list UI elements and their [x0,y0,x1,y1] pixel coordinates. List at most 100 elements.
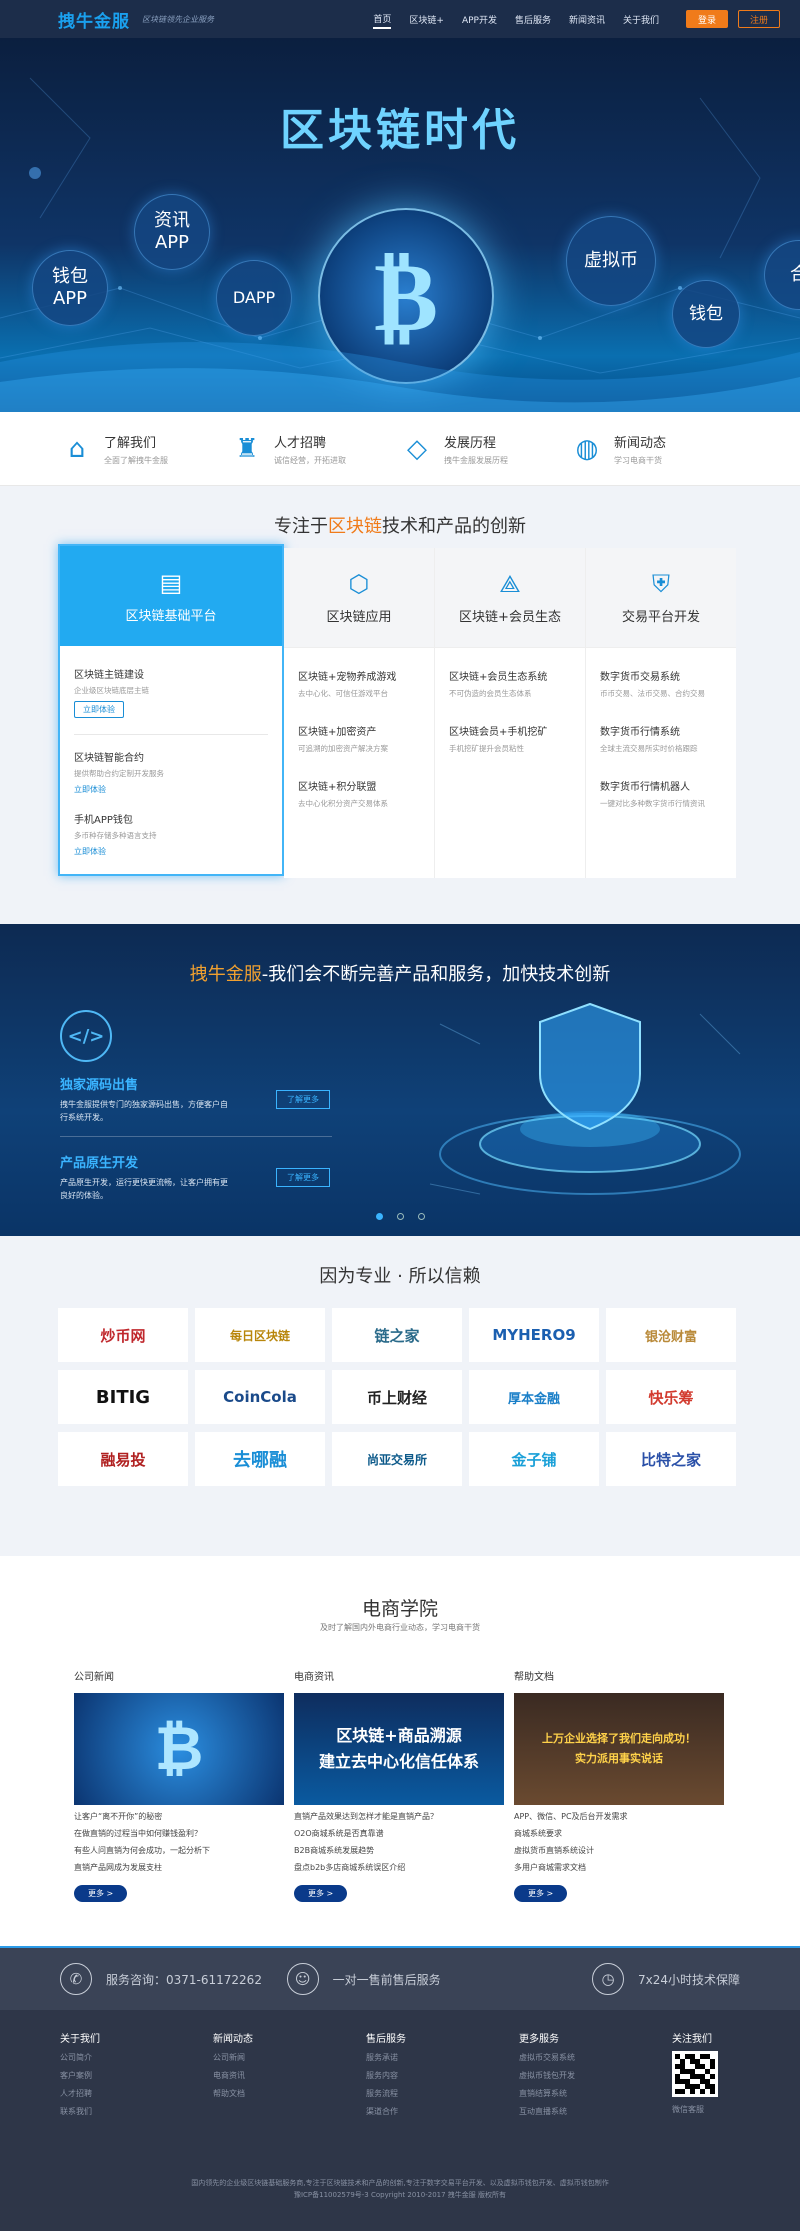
list-item[interactable]: 区块链+积分联盟 去中心化积分资产交易体系 [298,778,420,809]
carousel-dot[interactable] [396,1213,404,1220]
feature-native-dev: 产品原生开发 产品原生开发，运行更快更流畅，让客户拥有更良好的体验。 了解更多 [60,1152,330,1203]
news-link[interactable]: 商城系统要求 [514,1828,724,1839]
partner-logo[interactable]: 币上财经 [332,1370,462,1424]
footer-link[interactable]: 帮助文档 [213,2088,253,2099]
news-link[interactable]: 直销产品效果达到怎样才能是直销产品？ [294,1811,504,1822]
quick-link-history[interactable]: ◇ 发展历程 拽牛金服发展历程 [400,432,570,466]
carousel-dot[interactable] [375,1213,383,1220]
featured-platform-card[interactable]: ▤ 区块链基础平台 区块链主链建设 企业级区块链底层主链 立即体验 区块链智能合… [58,544,284,876]
item-title: 区块链主链建设 [74,670,144,681]
news-link[interactable]: B2B商城系统发展趋势 [294,1845,504,1856]
carousel-dot[interactable] [417,1213,425,1220]
partner-logo[interactable]: 去哪融 [195,1432,325,1486]
nav-item-about[interactable]: 关于我们 [623,11,659,28]
partner-logo[interactable]: 炒币网 [58,1308,188,1362]
blockchain-section: 专注于区块链技术和产品的创新 ▤ 区块链基础平台 区块链主链建设 企业级区块链底… [0,486,800,924]
try-now-link[interactable]: 立即体验 [74,784,106,795]
band-item-service: ☺ 一对一售前售后服务 [286,1963,514,1995]
footer-link[interactable]: 服务承诺 [366,2052,406,2063]
footer-column-follow: 关注我们 微信客服 [672,2030,718,2115]
partner-logo[interactable]: 每日区块链 [195,1308,325,1362]
nav-item-news[interactable]: 新闻资讯 [569,11,605,28]
news-link[interactable]: 盘点b2b多店商城系统误区介绍 [294,1862,504,1873]
nav-item-service[interactable]: 售后服务 [515,11,551,28]
column-heading[interactable]: 公司新闻 [74,1668,284,1683]
item-title: 区块链智能合约 [74,753,144,764]
news-thumbnail[interactable]: ₿ [74,1693,284,1805]
card-blockchain-apps[interactable]: ⬡ 区块链应用 区块链+宠物养成游戏 去中心化、可信任游戏平台 区块链+加密资产 可追… [284,548,435,878]
partner-logo[interactable]: 比特之家 [606,1432,736,1486]
card-title: 区块链+会员生态 [459,610,561,625]
quick-link-jobs[interactable]: ♜ 人才招聘 诚信经营，开拓进取 [230,432,400,466]
quick-link-news[interactable]: ◍ 新闻动态 学习电商干货 [570,432,740,466]
footer-link[interactable]: 虚拟币交易系统 [519,2052,575,2063]
nav-item-blockchain[interactable]: 区块链+ [409,11,444,28]
try-now-link[interactable]: 立即体验 [74,846,106,857]
item-title: 手机APP钱包 [74,815,133,826]
news-link[interactable]: 直销产品网成为发展支柱 [74,1862,284,1873]
list-item[interactable]: 区块链+会员生态系统 不可伪造的会员生态体系 [449,668,571,699]
hero-banner[interactable]: 区块链时代 资讯 APP 钱包 APP DAPP 虚拟币 钱包 合 ₿ [0,38,800,412]
news-link[interactable]: 有些人问直销为何会成功，一起分析下 [74,1845,284,1856]
partner-logo[interactable]: MYHERO9 [469,1308,599,1362]
try-now-button[interactable]: 立即体验 [74,701,124,718]
footer-link[interactable]: 互动直播系统 [519,2106,575,2117]
quick-link-about[interactable]: ⌂ 了解我们 全面了解拽牛金服 [60,432,230,466]
academy-subtitle: 及时了解国内外电商行业动态，学习电商干货 [320,1623,480,1632]
partner-logo[interactable]: 尚亚交易所 [332,1432,462,1486]
news-link[interactable]: 虚拟货币直销系统设计 [514,1845,724,1856]
academy-title: 电商学院 [361,1598,438,1620]
footer-column: 更多服务 虚拟币交易系统 虚拟币钱包开发 直销结算系统 互动直播系统 [519,2034,575,2117]
partner-logo[interactable]: 银沧财富 [606,1308,736,1362]
more-button[interactable]: 更多 > [294,1885,348,1902]
news-link[interactable]: 多用户商城需求文档 [514,1862,724,1873]
list-item[interactable]: 区块链+加密资产 可追溯的加密资产解决方案 [298,723,420,754]
partner-logo[interactable]: 融易投 [58,1432,188,1486]
footer-link[interactable]: 服务流程 [366,2088,406,2099]
footer-link[interactable]: 渠道合作 [366,2106,406,2117]
footer-column: 新闻动态 公司新闻 电商资讯 帮助文档 [213,2034,253,2099]
login-button[interactable]: 登录 [686,10,728,28]
more-button[interactable]: 更多 > [74,1885,128,1902]
partner-logo[interactable]: 快乐筹 [606,1370,736,1424]
list-item[interactable]: 数字货币交易系统 币币交易、法币交易、合约交易 [600,668,722,699]
nav-item-app[interactable]: APP开发 [462,11,497,28]
footer-link[interactable]: 直销结算系统 [519,2088,575,2099]
card-member-ecosystem[interactable]: ⟁ 区块链+会员生态 区块链+会员生态系统 不可伪造的会员生态体系 区块链会员+手机… [435,548,586,878]
partner-logo[interactable]: 金子铺 [469,1432,599,1486]
news-link[interactable]: O2O商城系统是否真靠谱 [294,1828,504,1839]
list-item[interactable]: 区块链+宠物养成游戏 去中心化、可信任游戏平台 [298,668,420,699]
news-thumbnail[interactable]: 上万企业选择了我们走向成功！ 实力派用事实说话 [514,1693,724,1805]
news-link[interactable]: 在做直销的过程当中如何赚钱盈利？ [74,1828,284,1839]
footer-link[interactable]: 人才招聘 [60,2088,100,2099]
column-heading[interactable]: 帮助文档 [514,1668,724,1683]
partner-logo[interactable]: 厚本金融 [469,1370,599,1424]
nav-item-home[interactable]: 首页 [373,10,392,29]
news-link[interactable]: APP、微信、PC及后台开发需求 [514,1811,724,1822]
footer-link[interactable]: 电商资讯 [213,2070,253,2081]
register-button[interactable]: 注册 [738,10,780,28]
column-heading[interactable]: 电商资讯 [294,1668,504,1683]
learn-more-button[interactable]: 了解更多 [276,1090,330,1109]
footer-link[interactable]: 联系我们 [60,2106,100,2117]
footer-link[interactable]: 公司新闻 [213,2052,253,2063]
news-link[interactable]: 让客户“离不开你”的秘密 [74,1811,284,1822]
news-thumbnail[interactable]: 区块链+商品溯源 建立去中心化信任体系 [294,1693,504,1805]
footer-link[interactable]: 公司简介 [60,2052,100,2063]
list-item[interactable]: 数字货币行情机器人 一键对比多种数字货币行情资讯 [600,778,722,809]
footer-link[interactable]: 客户案例 [60,2070,100,2081]
card-trading-platform[interactable]: ⛨ 交易平台开发 数字货币交易系统 币币交易、法币交易、合约交易 数字货币行情系统全… [586,548,736,878]
footer-link[interactable]: 服务内容 [366,2070,406,2081]
learn-more-button[interactable]: 了解更多 [276,1168,330,1187]
list-item[interactable]: 区块链会员+手机挖矿 手机挖矿提升会员粘性 [449,723,571,754]
hero-title: 区块链时代 [280,105,520,156]
quick-links: ⌂ 了解我们 全面了解拽牛金服 ♜ 人才招聘 诚信经营，开拓进取 ◇ 发展历程 拽牛金… [0,412,800,486]
more-button[interactable]: 更多 > [514,1885,568,1902]
partner-logo[interactable]: BITIG [58,1370,188,1424]
partner-logo[interactable]: 链之家 [332,1308,462,1362]
partner-logo[interactable]: CoinCola [195,1370,325,1424]
site-logo[interactable]: 拽牛金服 [58,7,130,32]
quick-link-sub: 学习电商干货 [614,455,662,465]
footer-link[interactable]: 虚拟币钱包开发 [519,2070,575,2081]
list-item[interactable]: 数字货币行情系统 全球主流交易所实时价格跟踪 [600,723,722,754]
